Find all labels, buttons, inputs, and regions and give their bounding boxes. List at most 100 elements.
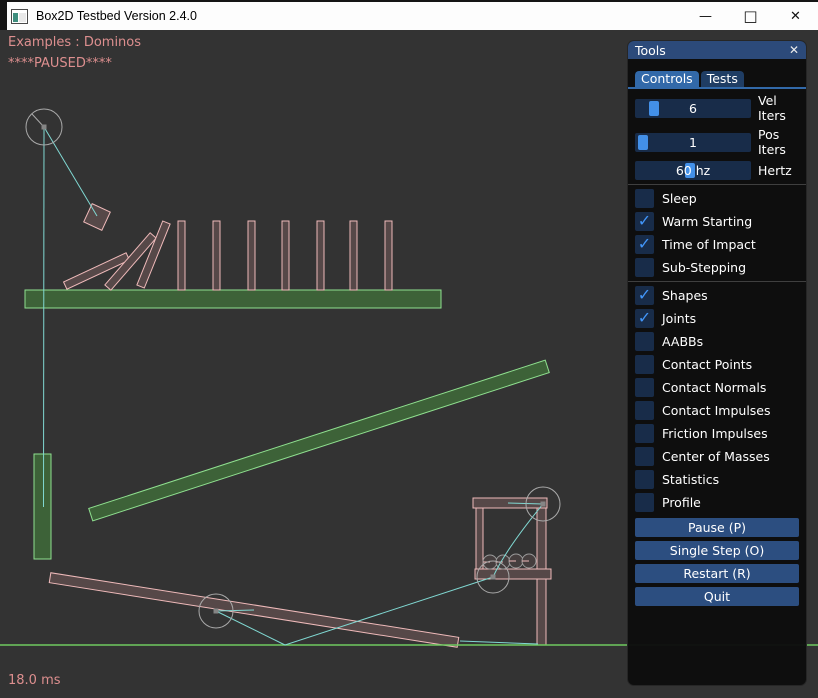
minimize-icon[interactable]: — — [683, 2, 728, 30]
title-bar[interactable]: Box2D Testbed Version 2.4.0 — □ ✕ — [0, 0, 818, 30]
checkbox-row-time-of-impact[interactable]: ✓ Time of Impact — [635, 235, 799, 254]
checkbox-row-shapes[interactable]: ✓ Shapes — [635, 286, 799, 305]
checkbox-label: Center of Masses — [662, 449, 770, 464]
ball-1 — [483, 555, 497, 569]
tools-panel-header[interactable]: Tools ✕ — [628, 41, 806, 59]
checkbox-row-friction-impulses[interactable]: Friction Impulses — [635, 424, 799, 443]
frame-left-post — [476, 508, 483, 570]
tab-tests[interactable]: Tests — [701, 71, 744, 87]
checkbox-sub-stepping[interactable] — [635, 258, 654, 277]
ramp-plank — [89, 360, 550, 521]
checkbox-label: Joints — [662, 311, 696, 326]
vel-iters-value: 6 — [635, 99, 751, 118]
checkbox-label: Profile — [662, 495, 701, 510]
checkbox-sleep[interactable] — [635, 189, 654, 208]
maximize-icon[interactable]: □ — [728, 2, 773, 30]
vel-iters-slider[interactable]: 6 — [635, 99, 751, 118]
window-controls: — □ ✕ — [683, 2, 818, 30]
domino-standing-3 — [248, 221, 255, 290]
tools-panel: Tools ✕ Controls Tests 6 Vel Iters 1 — [627, 40, 807, 686]
joint-ground-link — [460, 641, 538, 644]
domino-standing-1 — [178, 221, 185, 290]
tools-close-icon[interactable]: ✕ — [789, 43, 799, 57]
example-label: Examples : Dominos — [8, 35, 141, 50]
dominos-platform — [25, 290, 441, 308]
frame-shelf — [475, 569, 551, 579]
vel-iters-label: Vel Iters — [758, 93, 799, 123]
checkbox-row-joints[interactable]: ✓ Joints — [635, 309, 799, 328]
pause-p-button[interactable]: Pause (P) — [635, 518, 799, 537]
checkbox-row-contact-points[interactable]: Contact Points — [635, 355, 799, 374]
checkbox-label: Sub-Stepping — [662, 260, 746, 275]
checkbox-row-contact-impulses[interactable]: Contact Impulses — [635, 401, 799, 420]
checkbox-row-aabbs[interactable]: AABBs — [635, 332, 799, 351]
domino-standing-5 — [317, 221, 324, 290]
checkbox-row-statistics[interactable]: Statistics — [635, 470, 799, 489]
ball-4 — [522, 554, 536, 568]
checkbox-joints[interactable]: ✓ — [635, 309, 654, 328]
checkbox-label: Time of Impact — [662, 237, 756, 252]
checkbox-row-warm-starting[interactable]: ✓ Warm Starting — [635, 212, 799, 231]
checkbox-row-sleep[interactable]: Sleep — [635, 189, 799, 208]
checkbox-aabbs[interactable] — [635, 332, 654, 351]
checkbox-row-profile[interactable]: Profile — [635, 493, 799, 512]
pos-iters-slider[interactable]: 1 — [635, 133, 751, 152]
frame-time-label: 18.0 ms — [8, 673, 61, 688]
app-window: Examples : Dominos ****PAUSED**** 18.0 m… — [0, 0, 818, 698]
checkbox-label: Warm Starting — [662, 214, 752, 229]
checkbox-label: Contact Points — [662, 357, 752, 372]
hertz-label: Hertz — [758, 163, 792, 178]
checkbox-row-contact-normals[interactable]: Contact Normals — [635, 378, 799, 397]
paused-label: ****PAUSED**** — [8, 56, 112, 71]
checkbox-label: Sleep — [662, 191, 697, 206]
vertical-plank — [34, 454, 51, 559]
checkbox-label: Shapes — [662, 288, 708, 303]
checkbox-profile[interactable] — [635, 493, 654, 512]
ball-3 — [509, 554, 523, 568]
checkbox-time-of-impact[interactable]: ✓ — [635, 235, 654, 254]
separator — [628, 281, 806, 282]
checkbox-contact-points[interactable] — [635, 355, 654, 374]
hertz-value: 60 hz — [635, 161, 751, 180]
slider-row-pos-iters: 1 Pos Iters — [635, 127, 799, 157]
checkbox-center-of-masses[interactable] — [635, 447, 654, 466]
checkbox-warm-starting[interactable]: ✓ — [635, 212, 654, 231]
pos-iters-label: Pos Iters — [758, 127, 799, 157]
checkbox-row-center-of-masses[interactable]: Center of Masses — [635, 447, 799, 466]
checkbox-row-sub-stepping[interactable]: Sub-Stepping — [635, 258, 799, 277]
checkbox-group-1: ✓ Shapes ✓ Joints AABBs Contact Points Contact… — [635, 286, 799, 512]
pos-iters-value: 1 — [635, 133, 751, 152]
checkbox-shapes[interactable]: ✓ — [635, 286, 654, 305]
checkbox-label: AABBs — [662, 334, 703, 349]
checkbox-label: Contact Impulses — [662, 403, 771, 418]
checkbox-group-0: Sleep ✓ Warm Starting ✓ Time of Impact Sub-St… — [635, 189, 799, 277]
checkbox-contact-impulses[interactable] — [635, 401, 654, 420]
checkbox-contact-normals[interactable] — [635, 378, 654, 397]
checkbox-label: Statistics — [662, 472, 719, 487]
checkbox-label: Contact Normals — [662, 380, 766, 395]
tools-panel-title: Tools — [635, 43, 666, 58]
app-icon — [11, 9, 28, 24]
joint-rope-vertical — [44, 127, 45, 507]
quit-button[interactable]: Quit — [635, 587, 799, 606]
button-group: Pause (P) Single Step (O) Restart (R) Quit — [635, 518, 799, 606]
tools-panel-body: Controls Tests 6 Vel Iters 1 Pos Iters — [628, 71, 806, 606]
checkbox-label: Friction Impulses — [662, 426, 768, 441]
checkbox-statistics[interactable] — [635, 470, 654, 489]
joint-pendulum-rod — [44, 127, 97, 216]
single-step-o-button[interactable]: Single Step (O) — [635, 541, 799, 560]
slider-row-vel-iters: 6 Vel Iters — [635, 93, 799, 123]
restart-r-button[interactable]: Restart (R) — [635, 564, 799, 583]
slider-row-hertz: 60 hz Hertz — [635, 161, 799, 180]
tab-bar: Controls Tests — [635, 71, 799, 87]
domino-standing-7 — [385, 221, 392, 290]
checkbox-friction-impulses[interactable] — [635, 424, 654, 443]
domino-standing-4 — [282, 221, 289, 290]
hertz-slider[interactable]: 60 hz — [635, 161, 751, 180]
tab-controls[interactable]: Controls — [635, 71, 699, 87]
pendulum-bob-square — [84, 204, 111, 231]
separator — [628, 184, 806, 185]
domino-standing-2 — [213, 221, 220, 290]
close-icon[interactable]: ✕ — [773, 2, 818, 30]
window-title: Box2D Testbed Version 2.4.0 — [36, 9, 197, 23]
